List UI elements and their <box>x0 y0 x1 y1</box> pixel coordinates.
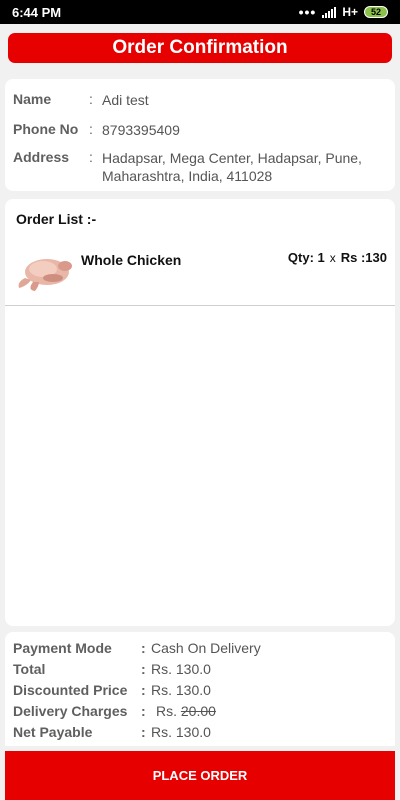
place-order-button[interactable]: PLACE ORDER <box>5 751 395 800</box>
name-label: Name <box>13 91 52 107</box>
discounted-label: Discounted Price <box>13 682 128 698</box>
discounted-row: Discounted Price : Rs. 130.0 <box>13 682 211 698</box>
net-payable-row: Net Payable : Rs. 130.0 <box>13 724 211 740</box>
delivery-value-wrap: Rs. 20.00 <box>151 703 216 719</box>
item-qty-price: Qty: 1 x Rs :130 <box>288 250 387 265</box>
battery-level: 52 <box>370 7 381 17</box>
payment-summary-card: Payment Mode : Cash On Delivery Total : … <box>5 632 395 746</box>
separator: : <box>141 661 146 677</box>
times-symbol: x <box>329 250 336 265</box>
notification-dots-icon: ••• <box>298 4 317 20</box>
total-row: Total : Rs. 130.0 <box>13 661 211 677</box>
item-qty: Qty: 1 <box>287 250 325 265</box>
colon: : <box>89 149 93 165</box>
page-title: Order Confirmation <box>8 33 392 63</box>
payment-mode-value: Cash On Delivery <box>151 640 261 656</box>
order-list-card: Order List :- Whole Chicken Qty: 1 x Rs … <box>5 199 395 626</box>
customer-details-card: Name : Adi test Phone No : 8793395409 Ad… <box>5 79 395 191</box>
list-item: Whole Chicken Qty: 1 x Rs :130 <box>5 239 395 306</box>
delivery-row: Delivery Charges : Rs. 20.00 <box>13 703 216 719</box>
status-time: 6:44 PM <box>12 4 62 20</box>
delivery-value: 20.00 <box>180 703 216 719</box>
delivery-prefix: Rs. <box>156 703 177 719</box>
network-type: H+ <box>342 5 358 19</box>
separator: : <box>141 703 146 719</box>
address-label: Address <box>13 149 70 165</box>
phone-row: Phone No : 8793395409 <box>13 121 180 139</box>
name-value: Adi test <box>102 92 149 108</box>
address-row: Address : Hadapsar, Mega Center, Hadapsa… <box>13 149 387 185</box>
chicken-image <box>18 259 72 291</box>
separator: : <box>141 640 146 656</box>
net-label: Net Payable <box>13 724 93 740</box>
separator: : <box>141 724 146 740</box>
payment-mode-label: Payment Mode <box>13 640 112 656</box>
net-value: Rs. 130.0 <box>151 724 211 740</box>
phone-value: 8793395409 <box>102 122 180 138</box>
name-row: Name : Adi test <box>13 91 149 109</box>
status-bar: 6:44 PM ••• H+ 52 <box>0 0 400 24</box>
signal-icon <box>322 6 337 18</box>
total-value: Rs. 130.0 <box>151 661 211 677</box>
discounted-value: Rs. 130.0 <box>151 682 211 698</box>
phone-label: Phone No <box>13 121 79 137</box>
payment-mode-row: Payment Mode : Cash On Delivery <box>13 640 261 656</box>
address-value: Hadapsar, Mega Center, Hadapsar, Pune, M… <box>102 150 362 184</box>
item-name: Whole Chicken <box>81 252 182 268</box>
order-list-title: Order List :- <box>16 211 97 227</box>
battery-icon: 52 <box>364 6 388 18</box>
colon: : <box>89 121 93 137</box>
total-label: Total <box>13 661 46 677</box>
colon: : <box>89 91 93 107</box>
delivery-label: Delivery Charges <box>13 703 128 719</box>
item-price: Rs :130 <box>340 250 387 265</box>
separator: : <box>141 682 146 698</box>
status-icons: ••• H+ 52 <box>299 5 388 19</box>
